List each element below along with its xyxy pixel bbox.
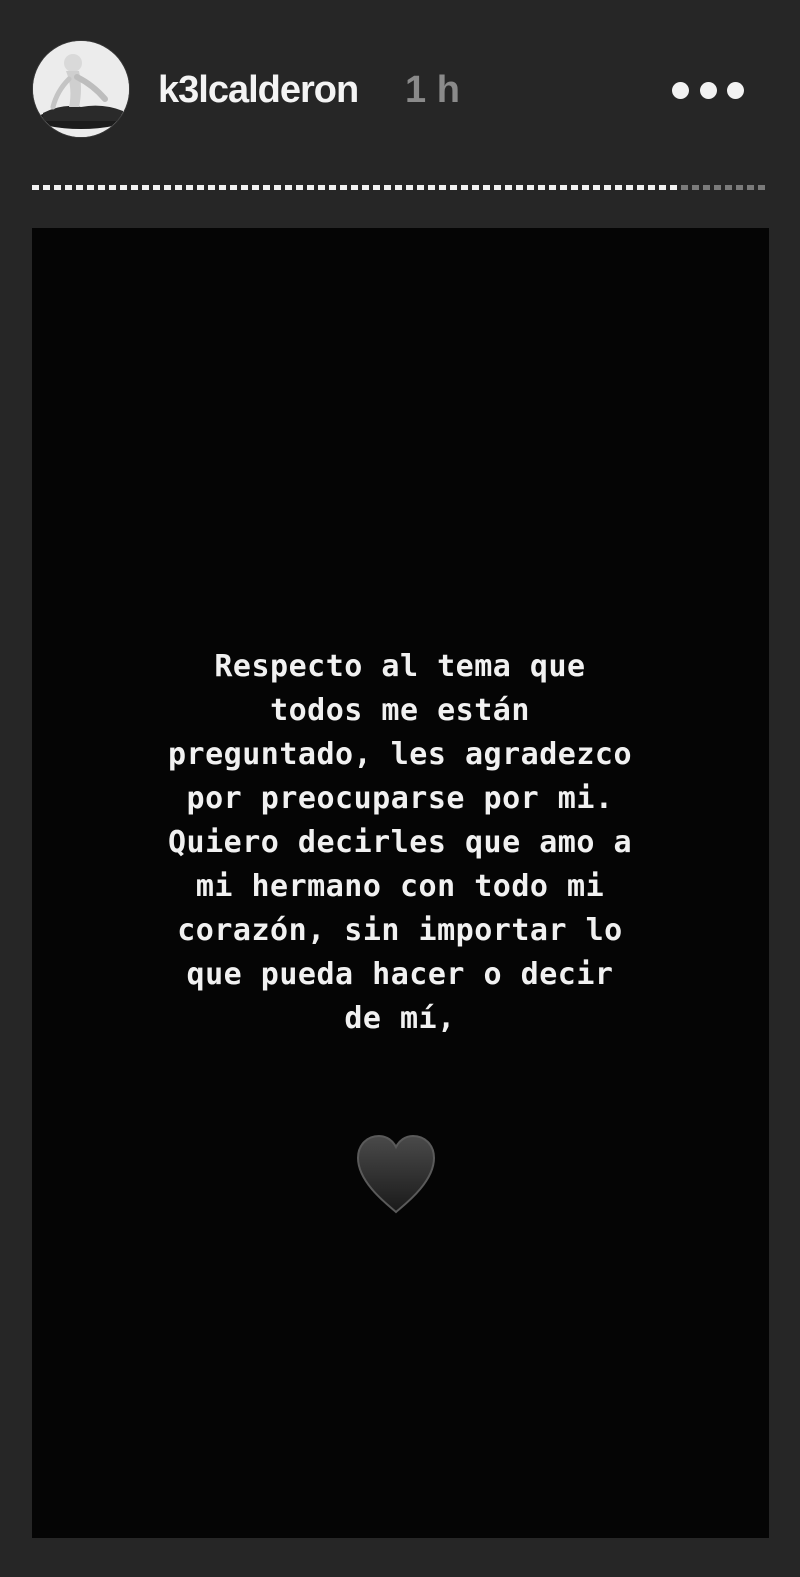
story-progress-bar bbox=[32, 185, 769, 190]
more-options-button[interactable] bbox=[672, 72, 744, 108]
story-text: Respecto al tema que todos me están preg… bbox=[167, 649, 633, 1036]
story-header: k3lcalderon 1 h bbox=[0, 0, 800, 180]
more-horizontal-icon-dot bbox=[727, 81, 744, 99]
avatar-photo bbox=[33, 41, 129, 137]
post-timestamp: 1 h bbox=[405, 69, 460, 111]
profile-avatar[interactable] bbox=[33, 41, 129, 137]
more-horizontal-icon-dot bbox=[699, 81, 717, 99]
story-viewer: k3lcalderon 1 h Respecto al tema que tod… bbox=[0, 0, 800, 1577]
more-horizontal-icon bbox=[672, 81, 689, 99]
black-heart-icon bbox=[356, 1134, 436, 1214]
story-progress-fill bbox=[32, 185, 681, 190]
username-link[interactable]: k3lcalderon bbox=[158, 68, 359, 112]
